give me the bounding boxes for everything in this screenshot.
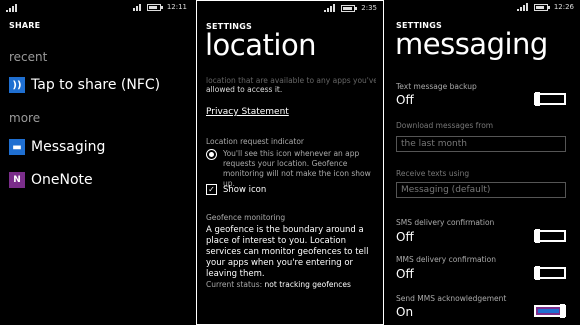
share-item-messaging[interactable]: ▬ Messaging [9, 139, 105, 155]
section-recent: recent [9, 50, 48, 64]
share-item-label: Tap to share (NFC) [31, 77, 161, 93]
mms-toggle[interactable] [534, 266, 566, 280]
download-select[interactable]: the last month [396, 136, 566, 152]
clock: 12:26 [553, 3, 574, 11]
messaging-settings-panel: 12:26 SETTINGS messaging Text message ba… [387, 0, 580, 325]
receive-select[interactable]: Messaging (default) [396, 182, 566, 198]
battery-icon [146, 3, 163, 11]
sms-toggle[interactable] [534, 229, 566, 243]
status-bar: 12:11 [0, 3, 193, 13]
signal-icon [516, 3, 528, 11]
section-more: more [9, 111, 41, 125]
indicator-label: Location request indicator [206, 137, 305, 146]
status-label: Current status: [206, 280, 263, 289]
signal-icon [6, 4, 17, 12]
mms-value: Off [396, 267, 414, 281]
backup-label: Text message backup [396, 82, 477, 91]
clock: 12:11 [166, 3, 187, 11]
page-header: SHARE [9, 21, 41, 30]
sms-label: SMS delivery confirmation [396, 218, 495, 227]
show-icon-checkbox[interactable]: ✓ Show icon [206, 184, 266, 195]
battery-icon [533, 3, 550, 11]
sms-value: Off [396, 230, 414, 244]
page-title: location [205, 28, 317, 62]
share-item-label: OneNote [31, 172, 93, 188]
checkmark-icon: ✓ [206, 184, 217, 195]
clock: 2:35 [361, 4, 377, 12]
share-item-onenote[interactable]: N OneNote [9, 172, 93, 188]
status-bar: 2:35 [197, 4, 383, 14]
status-value: not tracking geofences [264, 280, 351, 289]
geofence-status: Current status: not tracking geofences [206, 280, 351, 289]
status-bar: 12:26 [387, 3, 580, 13]
backup-toggle[interactable] [534, 92, 566, 106]
location-settings-panel: 2:35 SETTINGS location location that are… [196, 0, 384, 325]
share-item-label: Messaging [31, 139, 106, 155]
page-title: messaging [395, 27, 548, 61]
receive-label: Receive texts using [396, 169, 470, 178]
share-item-nfc[interactable]: )) Tap to share (NFC) [9, 77, 160, 93]
signal-icon [324, 4, 336, 12]
battery-icon [341, 4, 358, 12]
geofence-description: A geofence is the boundary around a plac… [206, 225, 369, 280]
nfc-icon: )) [9, 77, 25, 93]
privacy-statement-link[interactable]: Privacy Statement [206, 107, 289, 117]
wifi-icon [132, 3, 141, 11]
onenote-icon: N [9, 172, 25, 188]
backup-value: Off [396, 93, 414, 107]
messaging-icon: ▬ [9, 139, 25, 155]
download-label: Download messages from [396, 121, 494, 130]
show-icon-label: Show icon [223, 184, 267, 195]
mms-label: MMS delivery confirmation [396, 255, 496, 264]
mmsack-value: On [396, 305, 414, 319]
intro-text: allowed to access it. [206, 85, 283, 94]
mmsack-label: Send MMS acknowledgement [396, 294, 507, 303]
geofence-label: Geofence monitoring [206, 213, 286, 222]
mmsack-toggle[interactable] [534, 304, 566, 318]
location-indicator-icon [206, 149, 217, 160]
share-panel: 12:11 SHARE recent )) Tap to share (NFC)… [0, 0, 193, 325]
